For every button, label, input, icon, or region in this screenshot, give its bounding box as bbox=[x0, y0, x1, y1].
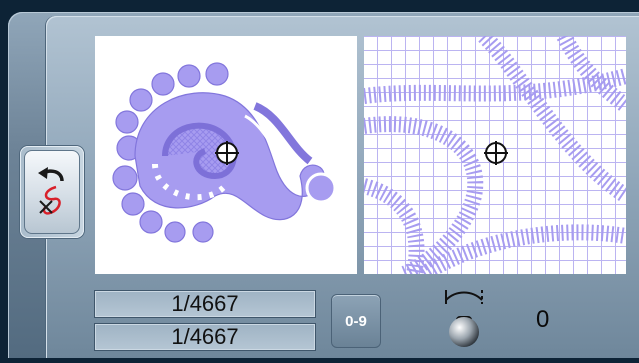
current-stitch-field[interactable]: 1/4667 bbox=[94, 290, 316, 318]
design-zoom-panel[interactable] bbox=[364, 36, 626, 274]
design-overview-panel[interactable] bbox=[95, 36, 357, 274]
stitch-knob[interactable] bbox=[436, 282, 492, 358]
stitch-knob-icon bbox=[445, 290, 483, 347]
stitch-zoom-icon bbox=[364, 36, 626, 274]
stitch-counters: 1/4667 1/4667 bbox=[94, 290, 316, 356]
embroidery-design-icon bbox=[112, 62, 337, 243]
total-stitch-field[interactable]: 1/4667 bbox=[94, 323, 316, 351]
knob-value: 0 bbox=[536, 306, 550, 333]
numeric-entry-button[interactable]: 0-9 bbox=[331, 294, 381, 348]
crosshair-icon bbox=[484, 141, 508, 165]
undo-stitch-icon bbox=[38, 167, 64, 215]
undo-stitch-button[interactable] bbox=[24, 150, 80, 234]
